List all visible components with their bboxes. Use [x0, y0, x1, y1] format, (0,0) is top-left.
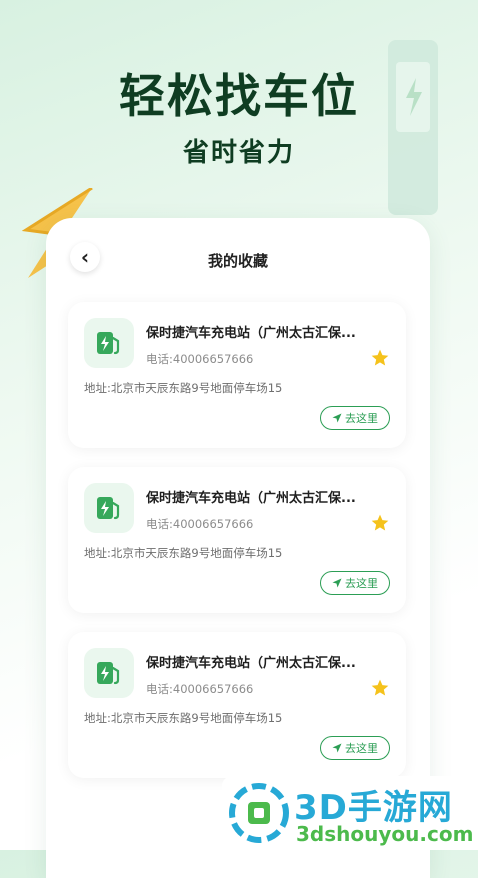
site-logo-icon: [229, 783, 289, 843]
station-name: 保时捷汽车充电站（广州太古汇保...: [146, 326, 356, 341]
watermark-domain: 3dshouyou.com: [296, 822, 474, 846]
charging-pile-illustration: [388, 40, 438, 215]
favorite-card[interactable]: 保时捷汽车充电站（广州太古汇保... 电话:40006657666 地址:北京市…: [68, 632, 406, 778]
station-name: 保时捷汽车充电站（广州太古汇保...: [146, 491, 356, 506]
favorite-star-icon[interactable]: [370, 348, 390, 368]
ev-charger-icon: [84, 318, 134, 368]
page-title: 我的收藏: [207, 252, 268, 270]
ev-charger-icon: [84, 648, 134, 698]
go-here-button[interactable]: 去这里: [320, 736, 390, 760]
favorite-star-icon[interactable]: [370, 513, 390, 533]
navigate-arrow-icon: [332, 743, 342, 753]
ev-charger-icon: [84, 483, 134, 533]
favorite-card[interactable]: 保时捷汽车充电站（广州太古汇保... 电话:40006657666 地址:北京市…: [68, 302, 406, 448]
station-phone: 电话:40006657666: [146, 517, 254, 531]
favorite-star-icon[interactable]: [370, 678, 390, 698]
station-address: 地址:北京市天辰东路9号地面停车场15: [84, 711, 283, 725]
navigate-arrow-icon: [332, 413, 342, 423]
go-here-button[interactable]: 去这里: [320, 406, 390, 430]
station-address: 地址:北京市天辰东路9号地面停车场15: [84, 546, 283, 560]
go-here-label: 去这里: [345, 742, 378, 755]
go-here-button[interactable]: 去这里: [320, 571, 390, 595]
go-here-label: 去这里: [345, 412, 378, 425]
station-address: 地址:北京市天辰东路9号地面停车场15: [84, 381, 283, 395]
navigate-arrow-icon: [332, 578, 342, 588]
station-name: 保时捷汽车充电站（广州太古汇保...: [146, 656, 356, 671]
station-phone: 电话:40006657666: [146, 682, 254, 696]
station-phone: 电话:40006657666: [146, 352, 254, 366]
site-watermark: 3D手游网 3dshouyou.com: [222, 776, 478, 850]
go-here-label: 去这里: [345, 577, 378, 590]
favorite-card[interactable]: 保时捷汽车充电站（广州太古汇保... 电话:40006657666 地址:北京市…: [68, 467, 406, 613]
